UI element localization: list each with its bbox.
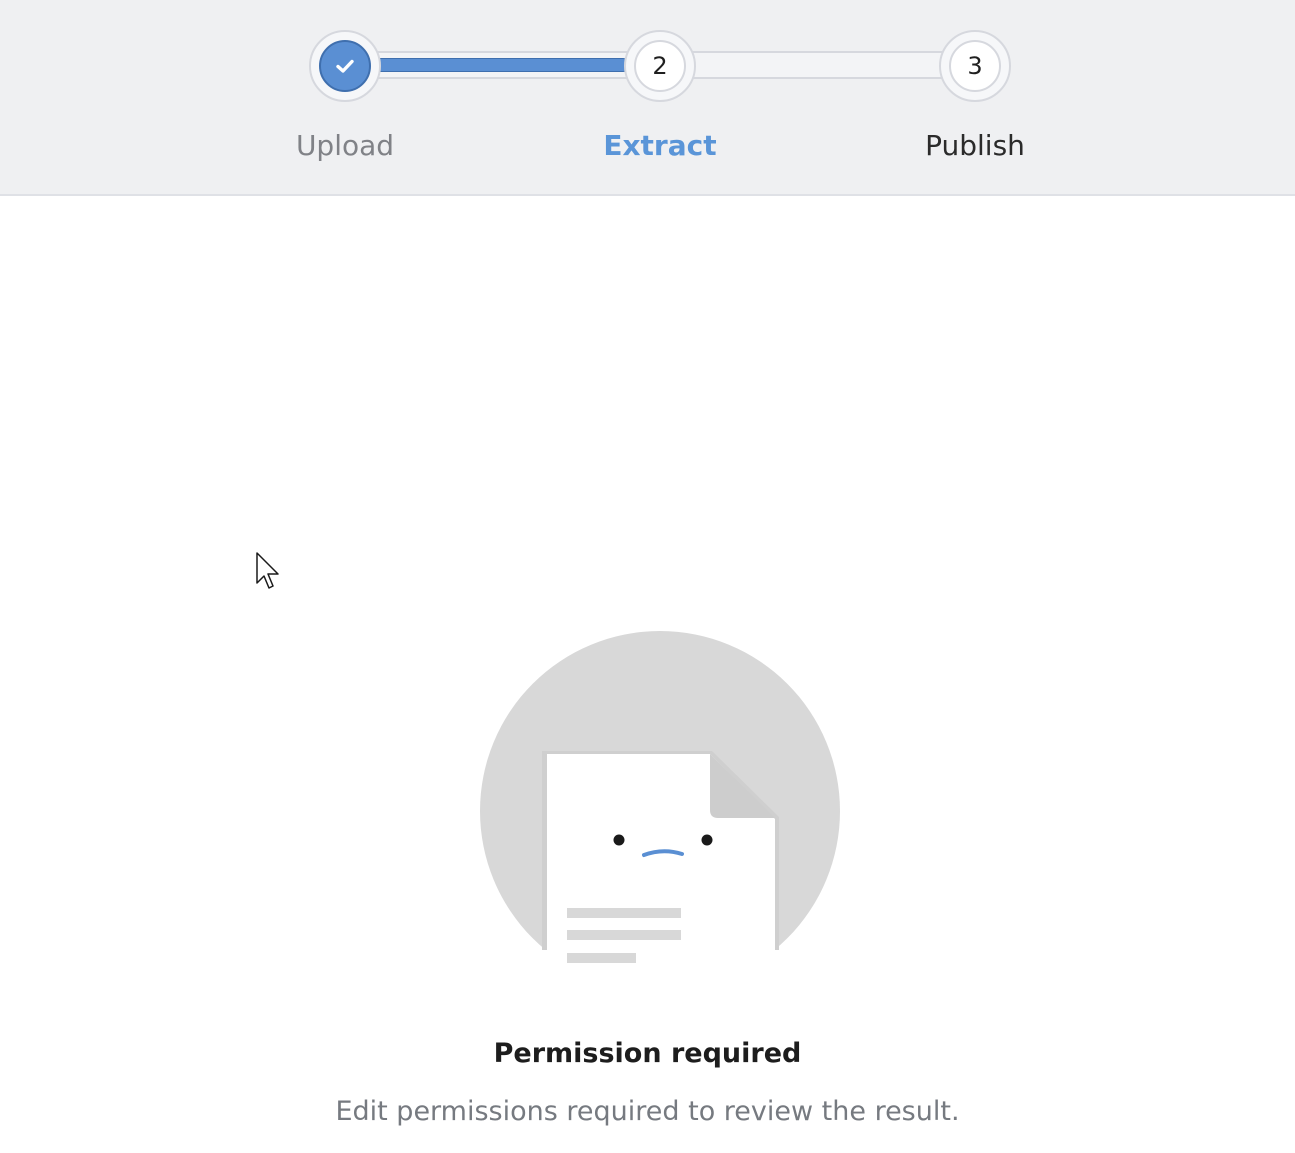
document-text-line: [567, 930, 681, 940]
document-page: [542, 751, 779, 963]
step-upload[interactable]: [309, 30, 381, 102]
stepper-progress-fill: [345, 58, 630, 72]
face-right-eye: [701, 834, 713, 846]
step-upload-indicator: [319, 40, 371, 92]
sad-document-icon: [470, 631, 850, 1000]
face-left-eye: [613, 834, 625, 846]
stepper-header: 2 3 Upload Extract Publish: [0, 0, 1295, 196]
empty-state-description: Edit permissions required to review the …: [335, 1096, 960, 1127]
step-publish-label[interactable]: Publish: [855, 126, 1095, 166]
step-upload-label[interactable]: Upload: [225, 126, 465, 166]
step-publish[interactable]: 3: [939, 30, 1011, 102]
checkmark-icon: [336, 59, 354, 73]
document-text-line: [567, 908, 681, 918]
empty-state-title: Permission required: [493, 1038, 802, 1069]
step-extract[interactable]: 2: [624, 30, 696, 102]
step-extract-label[interactable]: Extract: [540, 126, 780, 166]
mouse-pointer-icon: [256, 552, 279, 589]
step-publish-number: 3: [949, 40, 1001, 92]
stepper-track-segment-2: [660, 51, 976, 79]
step-extract-number: 2: [634, 40, 686, 92]
